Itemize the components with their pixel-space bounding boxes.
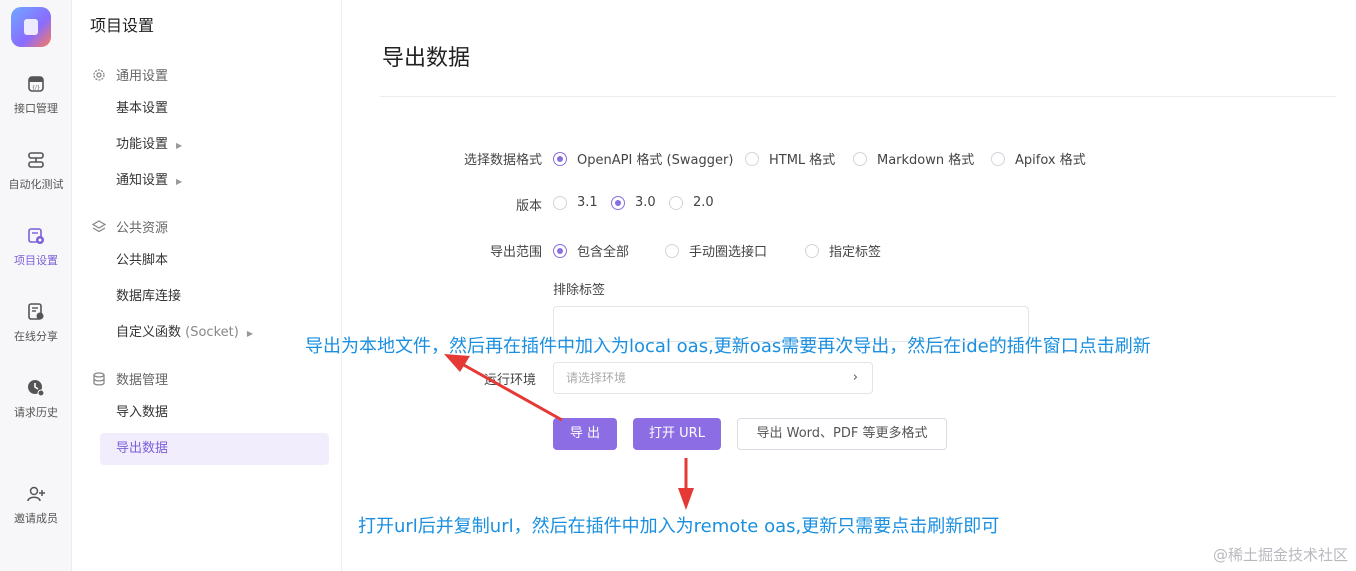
sidebar-item-feature-settings[interactable]: 功能设置 ▶ bbox=[100, 129, 329, 161]
sidebar-title: 项目设置 bbox=[90, 16, 155, 35]
radio-html[interactable]: HTML 格式 bbox=[745, 149, 835, 168]
format-label: 选择数据格式 bbox=[463, 153, 542, 168]
radio-selected-icon bbox=[553, 243, 567, 258]
watermark: @稀土掘金技术社区 bbox=[1212, 546, 1348, 564]
group-data-management: 数据管理 bbox=[92, 369, 168, 388]
rail-item-label: 自动化测试 bbox=[8, 178, 64, 191]
radio-icon bbox=[665, 243, 679, 258]
rail-item-automation[interactable]: 自动化测试 bbox=[0, 150, 72, 192]
rail-item-api[interactable]: {/} 接口管理 bbox=[0, 74, 72, 116]
caret-right-icon: ▶ bbox=[176, 141, 183, 150]
gear-icon bbox=[93, 68, 105, 81]
export-more-formats-button[interactable]: 导出 Word、PDF 等更多格式 bbox=[737, 418, 947, 450]
divider bbox=[380, 96, 1336, 97]
svg-text:{/}: {/} bbox=[32, 85, 40, 91]
caret-right-icon: ▶ bbox=[176, 177, 183, 186]
layers-icon bbox=[92, 219, 106, 232]
radio-icon bbox=[805, 243, 819, 258]
rail-item-label: 项目设置 bbox=[14, 254, 58, 267]
radio-version-3-0[interactable]: 3.0 bbox=[611, 195, 656, 210]
radio-icon bbox=[553, 195, 567, 210]
rail-item-label: 接口管理 bbox=[14, 102, 58, 115]
rail-item-label: 请求历史 bbox=[14, 406, 58, 419]
environment-select[interactable]: 请选择环境 › bbox=[553, 362, 873, 394]
export-button[interactable]: 导 出 bbox=[553, 418, 617, 450]
option-label: 3.0 bbox=[635, 195, 656, 210]
sidebar-item-label: 导入数据 bbox=[116, 405, 169, 420]
environment-label: 运行环境 bbox=[484, 373, 537, 388]
radio-markdown[interactable]: Markdown 格式 bbox=[853, 149, 974, 168]
sidebar-item-label: 导出数据 bbox=[116, 441, 169, 456]
sidebar-item-basic-settings[interactable]: 基本设置 bbox=[100, 93, 329, 125]
option-label: Markdown 格式 bbox=[877, 153, 975, 168]
exclude-tags-label: 排除标签 bbox=[553, 283, 606, 298]
invite-member-icon bbox=[27, 486, 45, 502]
rail-item-share[interactable]: 在线分享 bbox=[0, 302, 72, 344]
sidebar-item-public-scripts[interactable]: 公共脚本 bbox=[100, 245, 329, 277]
sidebar-item-import-data[interactable]: 导入数据 bbox=[100, 397, 329, 429]
radio-apifox[interactable]: Apifox 格式 bbox=[991, 149, 1086, 168]
group-label: 数据管理 bbox=[116, 373, 169, 388]
scope-label: 导出范围 bbox=[489, 245, 542, 260]
option-label: Apifox 格式 bbox=[1015, 153, 1086, 168]
share-icon bbox=[28, 303, 44, 320]
sidebar-item-label: 功能设置 bbox=[116, 137, 169, 152]
option-label: OpenAPI 格式 (Swagger) bbox=[577, 153, 734, 168]
sidebar-item-notification-settings[interactable]: 通知设置 ▶ bbox=[100, 165, 329, 197]
radio-version-3-1[interactable]: 3.1 bbox=[553, 195, 598, 210]
radio-version-2-0[interactable]: 2.0 bbox=[669, 195, 714, 210]
option-label: 手动圈选接口 bbox=[689, 245, 768, 260]
group-public-resources: 公共资源 bbox=[92, 217, 168, 236]
sidebar-item-label: 基本设置 bbox=[116, 101, 169, 116]
sidebar-item-label: 自定义函数 bbox=[116, 325, 182, 340]
open-url-button[interactable]: 打开 URL bbox=[633, 418, 721, 450]
option-label: 2.0 bbox=[693, 195, 714, 210]
radio-icon bbox=[745, 151, 759, 166]
radio-selected-icon bbox=[553, 151, 567, 166]
api-icon: {/} bbox=[28, 76, 44, 92]
sidebar-item-custom-functions[interactable]: 自定义函数 (Socket) ▶ bbox=[100, 317, 329, 349]
chevron-right-icon: › bbox=[852, 370, 858, 385]
rail-item-history[interactable]: 请求历史 bbox=[0, 378, 72, 420]
environment-placeholder: 请选择环境 bbox=[566, 371, 627, 385]
version-label: 版本 bbox=[515, 199, 542, 214]
option-label: 3.1 bbox=[577, 195, 598, 210]
group-general-settings: 通用设置 bbox=[92, 65, 168, 84]
radio-scope-tags[interactable]: 指定标签 bbox=[805, 241, 881, 260]
icon-rail: {/} 接口管理 自动化测试 项目设置 在线分享 请求历史 邀请成员 bbox=[0, 0, 72, 571]
sidebar-item-label: 数据库连接 bbox=[116, 289, 182, 304]
option-label: 包含全部 bbox=[577, 245, 630, 260]
radio-icon bbox=[991, 151, 1005, 166]
rail-item-label: 在线分享 bbox=[14, 330, 58, 343]
page-title: 导出数据 bbox=[382, 46, 471, 71]
annotation-remote-oas: 打开url后并复制url，然后在插件中加入为remote oas,更新只需要点击… bbox=[358, 516, 1000, 537]
sidebar-item-label: 通知设置 bbox=[116, 173, 169, 188]
option-label: HTML 格式 bbox=[769, 153, 836, 168]
radio-icon bbox=[853, 151, 867, 166]
rail-item-label: 邀请成员 bbox=[14, 512, 58, 525]
rail-item-project-settings[interactable]: 项目设置 bbox=[0, 226, 72, 268]
radio-selected-icon bbox=[611, 195, 625, 210]
radio-icon bbox=[669, 195, 683, 210]
radio-scope-manual[interactable]: 手动圈选接口 bbox=[665, 241, 767, 260]
sidebar-item-export-data[interactable]: 导出数据 bbox=[100, 433, 329, 465]
history-icon bbox=[28, 380, 45, 397]
rail-item-invite[interactable]: 邀请成员 bbox=[0, 484, 72, 526]
project-settings-icon bbox=[28, 228, 44, 244]
app-logo[interactable] bbox=[11, 7, 51, 47]
group-label: 通用设置 bbox=[116, 69, 169, 84]
sidebar-item-db-connection[interactable]: 数据库连接 bbox=[100, 281, 329, 313]
option-label: 指定标签 bbox=[829, 245, 882, 260]
automation-icon bbox=[28, 152, 44, 168]
radio-openapi[interactable]: OpenAPI 格式 (Swagger) bbox=[553, 149, 733, 168]
group-label: 公共资源 bbox=[116, 221, 169, 236]
annotation-local-oas: 导出为本地文件，然后再在插件中加入为local oas,更新oas需要再次导出，… bbox=[305, 336, 1151, 357]
database-icon bbox=[93, 371, 105, 386]
caret-right-icon: ▶ bbox=[246, 329, 253, 338]
settings-sidebar: 项目设置 通用设置 基本设置 功能设置 ▶ 通知设置 ▶ 公共资源 公共脚本 数据库… bbox=[72, 0, 342, 571]
radio-scope-all[interactable]: 包含全部 bbox=[553, 241, 629, 260]
main-panel: 导出数据 选择数据格式 OpenAPI 格式 (Swagger) HTML 格式… bbox=[342, 0, 1356, 571]
sidebar-item-label: 公共脚本 bbox=[116, 253, 169, 268]
sidebar-item-suffix: (Socket) bbox=[185, 325, 239, 340]
